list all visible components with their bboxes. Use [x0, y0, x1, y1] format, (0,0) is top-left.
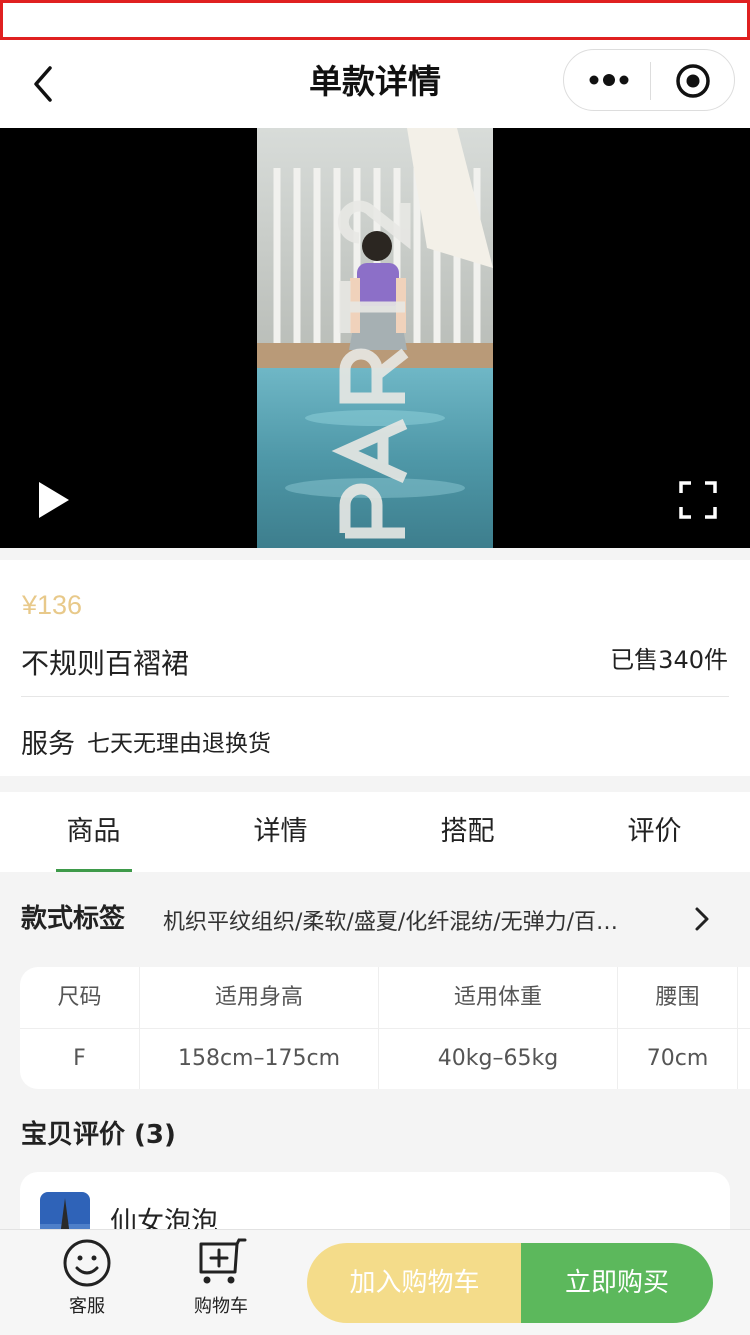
- customer-service-label: 客服: [69, 1296, 105, 1317]
- status-bar: [0, 0, 750, 40]
- sold-count: 已售340件: [610, 646, 728, 674]
- style-tags-label: 款式标签: [21, 904, 126, 934]
- nav-bar: 单款详情: [0, 40, 750, 128]
- cart-label: 购物车: [194, 1296, 248, 1317]
- size-header-waist: 腰围: [618, 967, 738, 1028]
- cart-button[interactable]: 购物车: [181, 1238, 261, 1328]
- size-header-height: 适用身高: [140, 967, 379, 1028]
- add-to-cart-button[interactable]: 加入购物车: [307, 1243, 522, 1323]
- style-tags-value: 机织平纹组织/柔软/盛夏/化纤混纺/无弹力/百…: [163, 910, 619, 935]
- product-name: 不规则百褶裙: [21, 647, 190, 680]
- reviews-title: 宝贝评价 (3): [21, 1120, 176, 1150]
- mini-program-capsule: [563, 49, 735, 111]
- height-cell: 158cm–175cm: [140, 1028, 379, 1089]
- size-header-weight: 适用体重: [379, 967, 618, 1028]
- video-frame: [257, 128, 493, 548]
- tab-outfits[interactable]: 搭配: [374, 792, 561, 872]
- play-icon[interactable]: [36, 480, 72, 520]
- tab-bar: 商品 详情 搭配 评价: [0, 792, 750, 872]
- service-label: 服务: [21, 729, 75, 760]
- product-info: ¥136 不规则百褶裙 已售340件 服务 七天无理由退换货: [0, 560, 750, 776]
- service-value: 七天无理由退换货: [87, 731, 271, 757]
- fullscreen-icon[interactable]: [679, 481, 717, 519]
- customer-service-button[interactable]: 客服: [47, 1238, 127, 1328]
- tab-reviews[interactable]: 评价: [561, 792, 748, 872]
- price: ¥136: [22, 590, 83, 620]
- size-table: 尺码 适用身高 适用体重 腰围 F 158cm–175cm 40kg–65kg …: [20, 967, 750, 1089]
- size-cell: F: [20, 1028, 140, 1089]
- product-video[interactable]: [0, 128, 750, 548]
- cart-icon: [199, 1238, 247, 1284]
- close-mini-program-button[interactable]: [674, 62, 712, 100]
- smiley-icon: [63, 1239, 111, 1287]
- video-still: [257, 128, 493, 548]
- chevron-right-icon: [695, 907, 709, 931]
- size-header-size: 尺码: [20, 967, 140, 1028]
- weight-cell: 40kg–65kg: [379, 1028, 618, 1089]
- style-tags-row[interactable]: 款式标签 机织平纹组织/柔软/盛夏/化纤混纺/无弹力/百…: [0, 872, 750, 964]
- tab-details[interactable]: 详情: [187, 792, 374, 872]
- buy-now-button[interactable]: 立即购买: [521, 1243, 713, 1323]
- more-button[interactable]: [588, 68, 630, 92]
- target-icon: [676, 64, 710, 98]
- more-icon: [589, 74, 629, 86]
- tab-product[interactable]: 商品: [0, 792, 187, 872]
- capsule-divider: [650, 62, 651, 100]
- divider: [21, 696, 729, 697]
- waist-cell: 70cm: [618, 1028, 738, 1089]
- bottom-action-bar: 客服 购物车 加入购物车 立即购买: [0, 1229, 750, 1335]
